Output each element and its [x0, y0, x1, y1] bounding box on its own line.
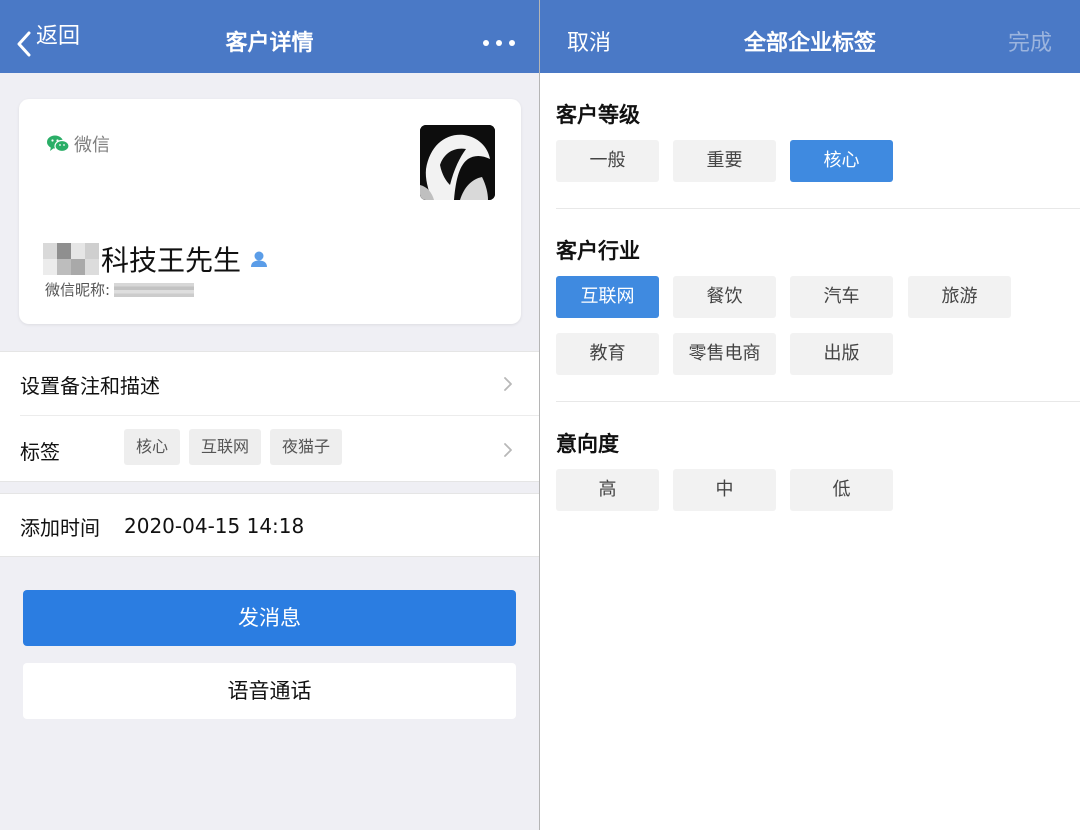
back-chevron-icon	[17, 31, 31, 56]
section-title-customer-level: 客户等级	[556, 103, 640, 127]
tag-chip: 互联网	[189, 429, 262, 465]
enterprise-tags-navbar: 取消 全部企业标签 完成	[540, 0, 1080, 73]
customer-name: 科技王先生	[101, 244, 242, 277]
section-divider	[556, 208, 1080, 209]
added-time-row: 添加时间 2020-04-15 14:18	[0, 494, 539, 558]
tag-chip: 核心	[124, 429, 181, 465]
nickname-mosaic	[114, 282, 195, 297]
added-time-group: 添加时间 2020-04-15 14:18	[0, 493, 539, 557]
tag-option-core-selected[interactable]: 核心	[790, 140, 893, 182]
remark-label: 设置备注和描述	[20, 373, 160, 398]
customer-detail-navbar: 返回 客户详情	[0, 0, 539, 73]
detail-list-group: 设置备注和描述 标签 核心 互联网 夜猫子	[0, 351, 539, 482]
added-time-value: 2020-04-15 14:18	[124, 514, 305, 538]
more-icon[interactable]	[483, 33, 515, 53]
chevron-right-icon	[504, 443, 512, 457]
tag-option-automotive[interactable]: 汽车	[790, 276, 893, 318]
back-button[interactable]: 返回	[16, 0, 80, 73]
tags-page-title: 全部企业标签	[743, 31, 876, 56]
section-divider	[556, 401, 1080, 402]
added-time-label: 添加时间	[20, 515, 100, 540]
tag-option-important[interactable]: 重要	[673, 140, 776, 182]
avatar[interactable]	[420, 125, 495, 200]
tag-option-low[interactable]: 低	[790, 469, 893, 511]
tags-row[interactable]: 标签 核心 互联网 夜猫子	[0, 417, 539, 483]
tag-option-publishing[interactable]: 出版	[790, 333, 893, 375]
tag-option-education[interactable]: 教育	[556, 333, 659, 375]
send-message-button[interactable]: 发消息	[23, 590, 516, 646]
tag-option-internet-selected[interactable]: 互联网	[556, 276, 659, 318]
nickname-label: 微信昵称:	[45, 281, 111, 299]
source-badge: 微信	[46, 131, 110, 157]
enterprise-tags-panel: 取消 全部企业标签 完成 客户等级 一般 重要 核心 客户行业 互联网 餐饮 汽…	[540, 0, 1080, 830]
back-label: 返回	[36, 23, 81, 49]
tag-option-general[interactable]: 一般	[556, 140, 659, 182]
nickname-row: 微信昵称:	[45, 279, 195, 300]
contact-person-icon	[251, 251, 268, 267]
chevron-right-icon	[504, 377, 512, 391]
voice-call-button[interactable]: 语音通话	[23, 663, 516, 719]
source-label: 微信	[74, 135, 110, 156]
customer-detail-panel: 返回 客户详情 微信 科技王先生 微信昵称: 设置备注和描述 标签 核心 互联网…	[0, 0, 539, 830]
page-title: 客户详情	[225, 31, 314, 56]
cancel-button[interactable]: 取消	[567, 0, 611, 73]
remark-row[interactable]: 设置备注和描述	[0, 352, 539, 416]
customer-name-row: 科技王先生	[43, 239, 269, 279]
tag-list: 核心 互联网 夜猫子	[124, 429, 343, 465]
section-title-customer-industry: 客户行业	[556, 239, 640, 263]
done-button[interactable]: 完成	[1008, 0, 1052, 73]
name-mosaic	[43, 243, 99, 275]
section-title-intent-level: 意向度	[556, 432, 619, 456]
tag-chip: 夜猫子	[270, 429, 343, 465]
wechat-icon	[47, 135, 70, 153]
tag-option-high[interactable]: 高	[556, 469, 659, 511]
tag-option-retail-ecommerce[interactable]: 零售电商	[673, 333, 776, 375]
tag-option-medium[interactable]: 中	[673, 469, 776, 511]
customer-profile-card: 微信 科技王先生 微信昵称:	[19, 99, 521, 324]
tag-option-travel[interactable]: 旅游	[908, 276, 1011, 318]
tags-label: 标签	[20, 439, 60, 464]
tag-option-catering[interactable]: 餐饮	[673, 276, 776, 318]
